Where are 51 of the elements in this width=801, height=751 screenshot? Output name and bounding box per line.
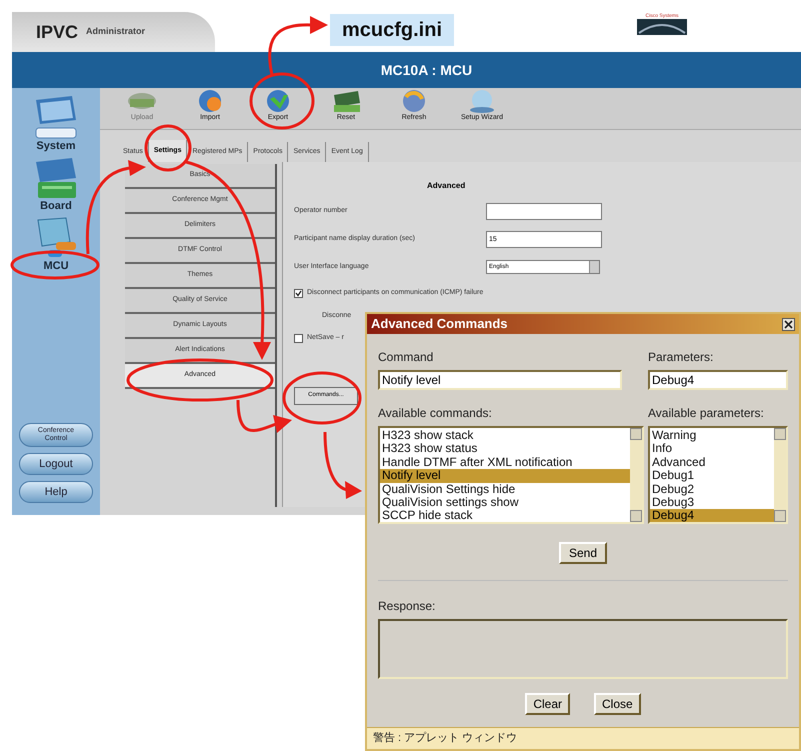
list-item[interactable]: Debug3: [650, 496, 774, 510]
annotation-arrow: [236, 400, 292, 433]
list-label: Available commands:: [378, 405, 493, 422]
list-item[interactable]: Warning: [650, 429, 774, 442]
list-box[interactable]: Warning Info Advanced Debug1 Debug2 Debug3 Debug4: [648, 426, 788, 524]
nav-item[interactable]: Board: [40, 200, 72, 214]
annotation-arrow: [268, 16, 328, 76]
list-item[interactable]: Notify level: [380, 469, 630, 483]
dialog-button[interactable]: Clear: [525, 693, 570, 715]
status-text: 警告 : アプレット ウィンドウ: [373, 730, 518, 746]
list-item[interactable]: QualiVision settings show: [380, 496, 630, 510]
dialog-button[interactable]: Close: [594, 693, 641, 715]
list-item[interactable]: Debug1: [650, 469, 774, 483]
send-button[interactable]: Send: [558, 542, 608, 564]
list-box[interactable]: H323 show stack H323 show status Handle DTMF after XML notification Notify level QualiVision Settings hide QualiVision settings show SCCP hide stack: [378, 426, 644, 524]
app-title: IPVC: [36, 20, 78, 44]
list-item[interactable]: SCCP hide stack: [380, 509, 630, 522]
text-field[interactable]: [486, 202, 602, 220]
dialog-title: Advanced Commands: [371, 315, 508, 334]
file-name-label: mcucfg.ini: [342, 18, 442, 43]
list-item[interactable]: H323 show stack: [380, 429, 630, 442]
close-icon[interactable]: [782, 318, 795, 330]
nav-item[interactable]: System: [36, 140, 76, 154]
annotation-circle: [144, 124, 192, 172]
list-item[interactable]: Info: [650, 442, 774, 456]
scrollbar[interactable]: [630, 428, 642, 522]
scrollbar[interactable]: [774, 428, 786, 522]
list-item[interactable]: Debug4: [650, 509, 774, 522]
list-label: Available parameters:: [648, 405, 765, 422]
side-button[interactable]: Logout: [19, 453, 93, 475]
list-item[interactable]: Handle DTMF after XML notification: [380, 456, 630, 470]
list-item[interactable]: H323 show status: [380, 442, 630, 456]
command-field[interactable]: Notify level: [378, 370, 622, 390]
list-item[interactable]: Advanced: [650, 456, 774, 470]
checkbox[interactable]: [294, 288, 303, 298]
nav-item[interactable]: MCU: [43, 260, 69, 274]
list-item[interactable]: Debug2: [650, 482, 774, 496]
checkbox[interactable]: [294, 334, 303, 343]
annotation-arrow: [324, 432, 362, 499]
response-box[interactable]: [378, 619, 788, 679]
command-label: Command: [378, 349, 434, 366]
parameters-field[interactable]: Debug4: [648, 370, 788, 390]
side-button[interactable]: Help: [19, 481, 93, 503]
annotation-circle: [250, 72, 314, 130]
parameters-label: Parameters:: [648, 349, 714, 366]
app-subtitle: Administrator: [86, 25, 146, 38]
list-item[interactable]: QualiVision Settings hide: [380, 482, 630, 496]
bridge-logo-icon: [637, 19, 688, 35]
device-title: MC10A : MCU: [380, 60, 472, 80]
panel-heading: Advanced: [427, 180, 466, 192]
response-label: Response:: [378, 598, 436, 615]
